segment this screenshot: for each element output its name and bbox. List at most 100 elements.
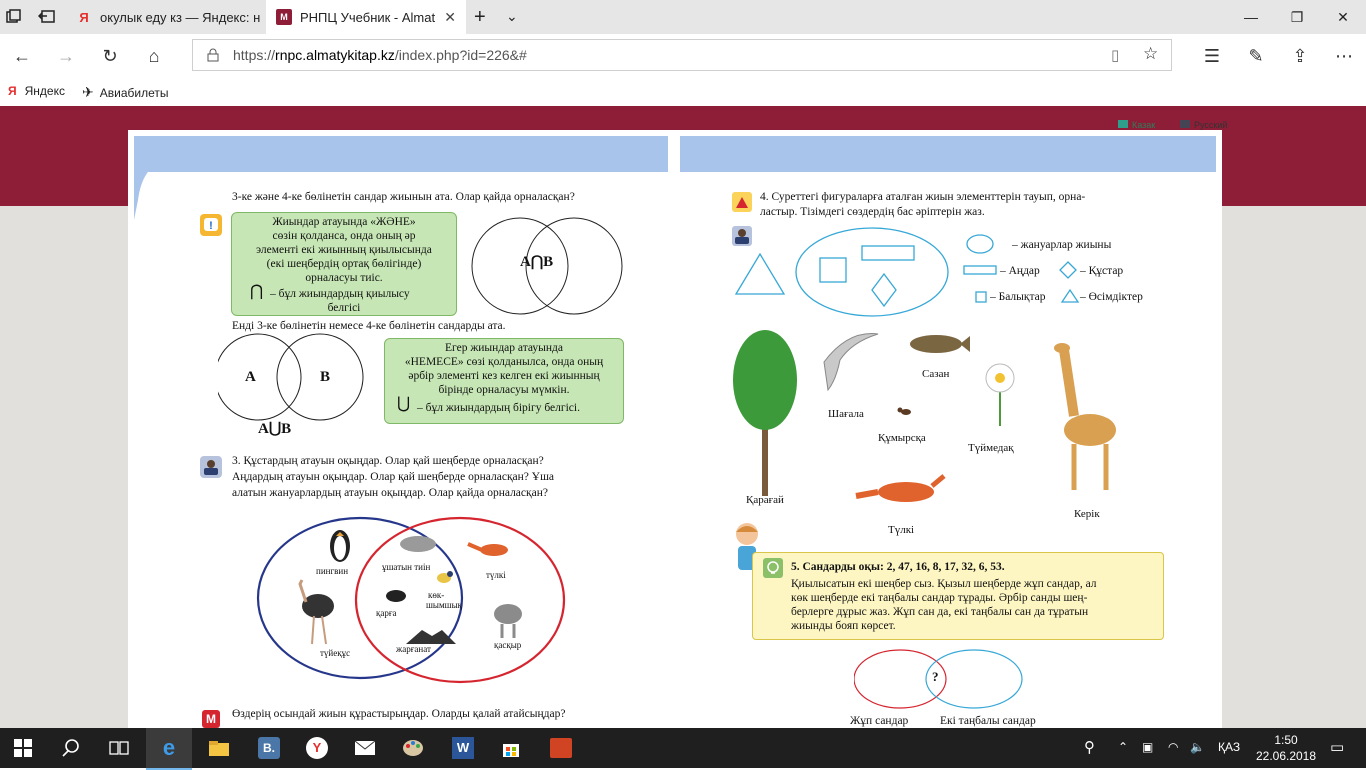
- powerpoint-icon[interactable]: [538, 728, 584, 768]
- restore-icon[interactable]: ❐: [1274, 0, 1320, 34]
- m-badge-icon: M: [202, 710, 220, 728]
- start-windows-icon[interactable]: [0, 728, 46, 768]
- rule-2-line: Егер жиындар атауында: [445, 342, 563, 354]
- label-tit-2: шымшық: [426, 600, 463, 610]
- flying-squirrel-icon: [400, 536, 436, 552]
- fox-icon: [467, 542, 508, 556]
- numbers-venn: [854, 649, 1023, 709]
- address-bar[interactable]: https://rnpc.almatykitap.kz/index.php?id…: [192, 39, 1172, 71]
- store-icon[interactable]: [488, 728, 534, 768]
- label-pine: Қарағай: [746, 494, 784, 506]
- daisy-icon: [985, 363, 1015, 426]
- back-icon[interactable]: ←: [6, 40, 38, 72]
- notes-pen-icon[interactable]: ✎: [1240, 40, 1272, 72]
- share-icon[interactable]: ⇪: [1284, 40, 1316, 72]
- label-crow: қарға: [376, 608, 397, 618]
- left-page-header: [134, 136, 668, 172]
- bookmarks-bar: Я Яндекс ✈ Авиабилеты: [0, 78, 1366, 107]
- forward-icon[interactable]: →: [50, 40, 82, 72]
- navigation-bar: ← → ↻ ⌂ https://rnpc.almatykitap.kz/inde…: [0, 34, 1366, 78]
- flag-icon: [1118, 120, 1128, 128]
- venn-2-label-a: A: [245, 369, 256, 385]
- word-icon[interactable]: W: [440, 728, 486, 768]
- label-tit: көк-: [428, 590, 445, 600]
- reading-view-icon[interactable]: ▯: [1111, 46, 1119, 64]
- wifi-icon[interactable]: ◠: [1168, 740, 1178, 754]
- security-icon[interactable]: ▣: [1142, 740, 1153, 754]
- label-bat: жарғанат: [396, 644, 431, 654]
- bookmark-label: Авиабилеты: [99, 85, 169, 100]
- mail-icon[interactable]: [342, 728, 388, 768]
- rule-2-symbol-text: – бұл жиындардың бірігу белгісі.: [417, 402, 580, 414]
- venn-1-label: A⋂B: [520, 254, 554, 270]
- language-russian[interactable]: Русский: [1180, 120, 1227, 130]
- more-icon[interactable]: ⋯: [1328, 40, 1360, 72]
- right-page-header: [680, 136, 1216, 172]
- task-5-line: Қиылысатын екі шеңбер сыз. Қызыл шеңберд…: [791, 578, 1097, 590]
- penguin-icon: [330, 530, 350, 562]
- shapes-task-icon: [732, 192, 752, 212]
- task-view-icon[interactable]: [96, 728, 142, 768]
- venn-even-label: Жұп сандар: [850, 715, 909, 727]
- set-aside-tabs-icon[interactable]: [37, 9, 56, 25]
- left-page-corner: [134, 160, 164, 220]
- favorites-hub-icon[interactable]: ☰: [1196, 40, 1228, 72]
- bookmark-yandex[interactable]: Я Яндекс: [8, 84, 65, 98]
- yandex-browser-icon[interactable]: Y: [294, 728, 340, 768]
- plane-icon: ✈: [82, 84, 94, 100]
- tab-yandex[interactable]: Я окулык еду кз — Яндекс: н: [66, 0, 266, 34]
- vk-icon[interactable]: B.: [246, 728, 292, 768]
- bookmark-aviabilety[interactable]: ✈ Авиабилеты: [82, 84, 168, 101]
- wolf-icon: [494, 604, 522, 638]
- edge-browser-icon[interactable]: e: [146, 728, 192, 770]
- rule-and-box: Жиындар атауында «ЖӘНЕ» сөзін қолданса, …: [231, 212, 457, 316]
- paint-icon[interactable]: [390, 728, 436, 768]
- file-explorer-icon[interactable]: [196, 728, 242, 768]
- label-daisy: Түймедақ: [968, 442, 1014, 454]
- venn-2-label-b: B: [320, 369, 331, 385]
- tab-label: РНПЦ Учебник - Almat: [300, 9, 436, 25]
- rule-2-line: «НЕМЕСЕ» сөзі қолданылса, онда оның: [404, 356, 604, 368]
- language-kazakh[interactable]: Казак: [1118, 120, 1155, 130]
- task-3-line: алатын жануарлардың атауын оқыңдар. Олар…: [232, 487, 548, 499]
- new-tab-icon[interactable]: +: [474, 6, 486, 29]
- rule-1-line: (екі шеңбердің ортақ бөлігінде): [266, 258, 422, 270]
- legend-animals: – жануарлар жиыны: [1012, 239, 1112, 251]
- tit-bird-icon: [437, 571, 453, 583]
- minimize-icon[interactable]: —: [1228, 0, 1274, 34]
- next-page-chevron-icon[interactable]: [1172, 388, 1224, 492]
- rnpc-icon: M: [276, 9, 292, 25]
- clock-date[interactable]: 22.06.2018: [1254, 749, 1318, 763]
- left-footer: Өздерің осындай жиын құрастырыңдар. Олар…: [232, 708, 566, 720]
- task-5-title: 5. Сандарды оқы: 2, 47, 16, 8, 17, 32, 6…: [791, 561, 1005, 573]
- url-text: https://rnpc.almatykitap.kz/index.php?id…: [233, 47, 527, 63]
- tab-rnpc[interactable]: M РНПЦ Учебник - Almat ✕: [266, 0, 466, 34]
- label-wolf: қасқыр: [494, 640, 522, 650]
- tab-preview-chevron-icon[interactable]: ⌄: [506, 8, 518, 25]
- language-indicator[interactable]: ҚАЗ: [1218, 740, 1240, 754]
- home-icon[interactable]: ⌂: [138, 40, 170, 72]
- rule-1-line: сөзін қолданса, онда оның әр: [272, 230, 416, 242]
- flag-icon: [1180, 120, 1190, 128]
- union-symbol: ⋃: [397, 395, 411, 412]
- clock-time[interactable]: 1:50: [1266, 733, 1306, 747]
- favorite-star-icon[interactable]: ☆: [1143, 44, 1158, 64]
- rule-2-line: әрбір элементі кез келген екі жиынның: [408, 370, 600, 382]
- action-center-icon[interactable]: ▭: [1330, 738, 1344, 756]
- ant-icon: [897, 407, 911, 415]
- close-tab-icon[interactable]: ✕: [444, 9, 456, 26]
- volume-icon[interactable]: 🔈: [1190, 740, 1205, 754]
- tab-label: окулык еду кз — Яндекс: н: [100, 9, 261, 25]
- tab-bar: Я окулык еду кз — Яндекс: н M РНПЦ Учебн…: [0, 0, 1366, 34]
- people-icon[interactable]: ⚲: [1084, 738, 1095, 756]
- task-5-line: жиынды бояп көрсет.: [791, 620, 896, 632]
- tab-actions-icon[interactable]: [6, 9, 22, 25]
- close-window-icon[interactable]: ✕: [1320, 0, 1366, 34]
- refresh-icon[interactable]: ↻: [94, 40, 126, 72]
- rule-1-line: орналасуы тиіс.: [305, 272, 383, 284]
- label-ant: Құмырсқа: [878, 432, 926, 444]
- search-icon[interactable]: [48, 728, 94, 768]
- legend-plants: – Өсімдіктер: [1080, 291, 1143, 303]
- windows-taskbar: e B. Y W ⚲ ⌃ ▣ ◠ 🔈 ҚАЗ 1:50 22.06.2018 ▭: [0, 728, 1366, 770]
- show-hidden-icons-chevron-icon[interactable]: ⌃: [1118, 740, 1128, 754]
